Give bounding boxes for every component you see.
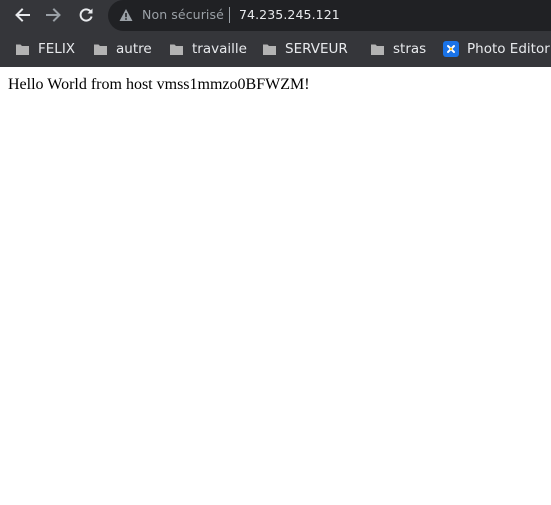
security-status-text[interactable]: Non sécurisé	[142, 7, 224, 22]
page-content: Hello World from host vmss1mmzo0BFWZM!	[0, 67, 551, 505]
hello-message: Hello World from host vmss1mmzo0BFWZM!	[8, 76, 310, 93]
bookmark-label: FELIX	[38, 41, 76, 57]
bookmark-folder-travaille[interactable]: travaille	[169, 40, 247, 58]
bookmark-label: autre	[116, 41, 152, 57]
back-arrow-icon	[15, 8, 30, 22]
bookmarks-bar: FELIX autre travaille SERVEUR stras Phot…	[0, 31, 551, 67]
url-text[interactable]: 74.235.245.121	[239, 7, 340, 22]
bookmark-folder-felix[interactable]: FELIX	[15, 40, 75, 58]
bookmark-photo-editor[interactable]: Photo Editor	[443, 40, 550, 58]
bookmark-label: stras	[393, 41, 427, 57]
forward-arrow-icon	[46, 8, 61, 22]
bookmark-label: travaille	[192, 41, 247, 57]
forward-button[interactable]	[42, 4, 66, 26]
bookmark-label: Photo Editor	[467, 41, 550, 57]
folder-icon	[170, 44, 183, 55]
omnibox-divider	[229, 7, 230, 23]
folder-icon	[16, 44, 29, 55]
bookmark-folder-stras[interactable]: stras	[370, 40, 426, 58]
browser-toolbar: Non sécurisé 74.235.245.121	[0, 0, 551, 31]
folder-icon	[371, 44, 384, 55]
photo-editor-icon	[443, 41, 459, 57]
bookmark-folder-autre[interactable]: autre	[93, 40, 152, 58]
folder-icon	[94, 44, 107, 55]
reload-button[interactable]	[74, 4, 98, 26]
folder-icon	[263, 44, 276, 55]
back-button[interactable]	[10, 4, 34, 26]
bookmark-label: SERVEUR	[285, 41, 348, 57]
warning-triangle-icon[interactable]	[119, 8, 133, 22]
browser-chrome: Non sécurisé 74.235.245.121 FELIX autre …	[0, 0, 551, 67]
bookmark-folder-serveur[interactable]: SERVEUR	[262, 40, 348, 58]
reload-icon	[79, 8, 93, 22]
address-bar[interactable]: Non sécurisé 74.235.245.121	[108, 0, 551, 31]
